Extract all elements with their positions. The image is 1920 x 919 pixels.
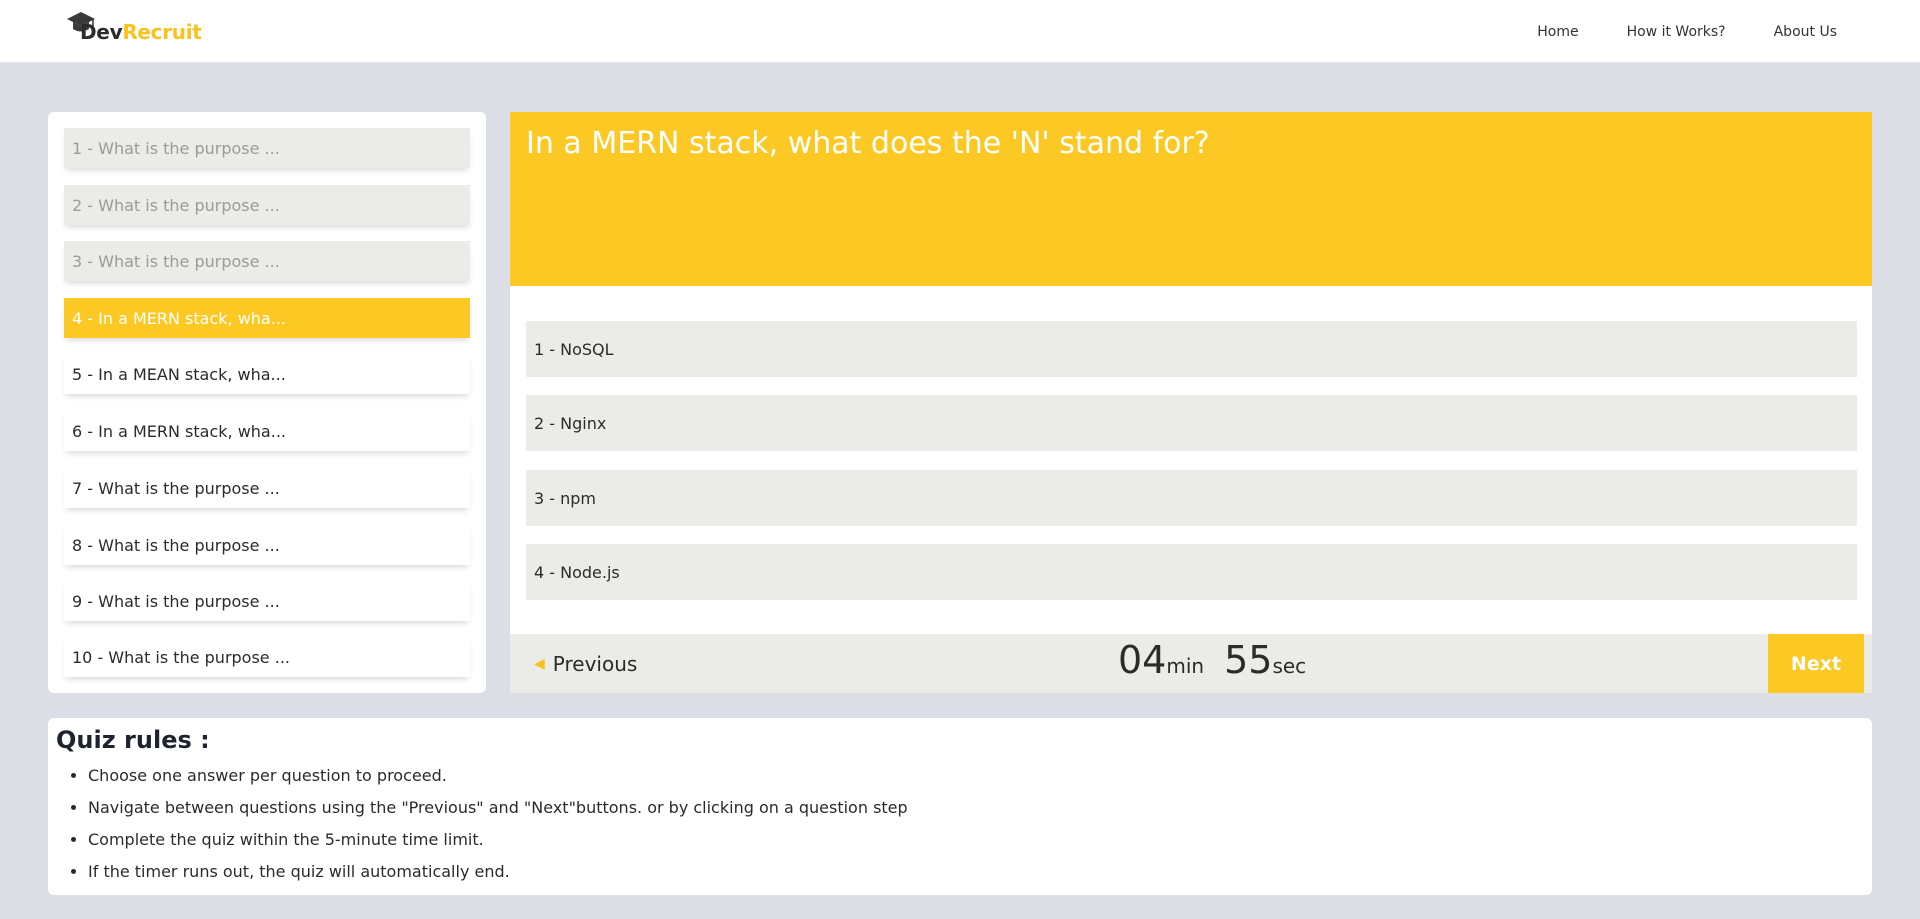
nav-home[interactable]: Home [1537, 24, 1578, 40]
quiz-rule-item: If the timer runs out, the quiz will aut… [88, 862, 908, 894]
answer-option-1[interactable]: 1 - NoSQL [526, 321, 1857, 377]
question-panel: In a MERN stack, what does the 'N' stand… [510, 112, 1872, 693]
main-nav: Home How it Works? About Us [1537, 0, 1837, 63]
quiz-rules-title: Quiz rules : [56, 726, 210, 754]
logo-text: DevRecruit [80, 20, 202, 44]
countdown-timer: 04 min 55 sec [1118, 638, 1306, 688]
quiz-rule-item: Navigate between questions using the "Pr… [88, 798, 908, 830]
quiz-rules-list: Choose one answer per question to procee… [88, 766, 908, 894]
question-step-2[interactable]: 2 - What is the purpose ... [64, 185, 470, 225]
quiz-rules-panel: Quiz rules : Choose one answer per quest… [48, 718, 1872, 895]
previous-label: Previous [552, 651, 638, 676]
caret-left-icon: ◀ [534, 655, 545, 672]
question-step-4[interactable]: 4 - In a MERN stack, wha... [64, 298, 470, 338]
question-step-8[interactable]: 8 - What is the purpose ... [64, 525, 470, 565]
nav-about-us[interactable]: About Us [1774, 24, 1837, 40]
question-steps-panel: 1 - What is the purpose ... 2 - What is … [48, 112, 486, 693]
timer-minutes: 04 [1118, 638, 1167, 682]
timer-seconds-unit: sec [1272, 654, 1307, 678]
question-step-5[interactable]: 5 - In a MEAN stack, wha... [64, 354, 470, 394]
question-step-6[interactable]: 6 - In a MERN stack, wha... [64, 411, 470, 451]
nav-how-it-works[interactable]: How it Works? [1627, 24, 1726, 40]
answer-option-2[interactable]: 2 - Nginx [526, 395, 1857, 451]
question-step-1[interactable]: 1 - What is the purpose ... [64, 128, 470, 168]
question-step-7[interactable]: 7 - What is the purpose ... [64, 468, 470, 508]
question-step-10[interactable]: 10 - What is the purpose ... [64, 637, 470, 677]
logo[interactable]: DevRecruit [66, 8, 202, 48]
question-header: In a MERN stack, what does the 'N' stand… [510, 112, 1872, 286]
answer-option-4[interactable]: 4 - Node.js [526, 544, 1857, 600]
question-step-3[interactable]: 3 - What is the purpose ... [64, 241, 470, 281]
logo-dev-text: Dev [80, 20, 123, 44]
quiz-rule-item: Choose one answer per question to procee… [88, 766, 908, 798]
timer-minutes-unit: min [1166, 654, 1205, 678]
next-button[interactable]: Next [1768, 634, 1864, 693]
quiz-rule-item: Complete the quiz within the 5-minute ti… [88, 830, 908, 862]
question-text: In a MERN stack, what does the 'N' stand… [526, 126, 1210, 161]
logo-recruit-text: Recruit [122, 20, 202, 44]
answer-option-3[interactable]: 3 - npm [526, 470, 1857, 526]
timer-seconds: 55 [1224, 638, 1273, 682]
question-step-9[interactable]: 9 - What is the purpose ... [64, 581, 470, 621]
previous-button[interactable]: ◀ Previous [534, 634, 637, 693]
quiz-footer-bar: ◀ Previous 04 min 55 sec Next [510, 634, 1872, 693]
top-header: DevRecruit Home How it Works? About Us [0, 0, 1920, 63]
